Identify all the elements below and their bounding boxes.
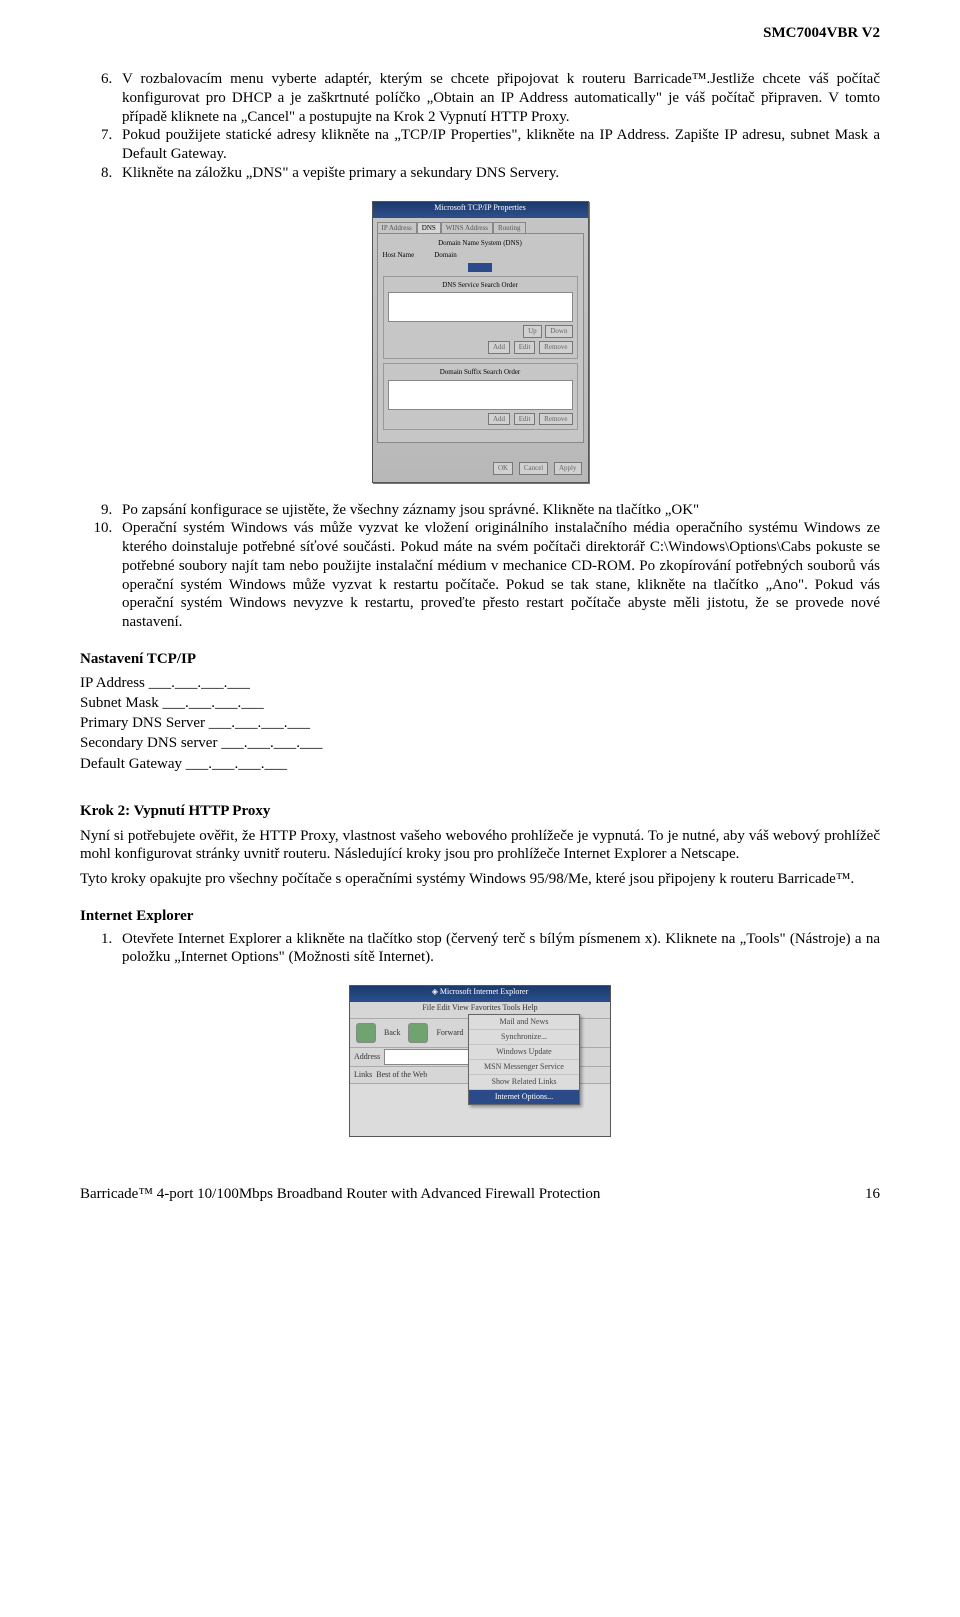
dialog-pane: Domain Name System (DNS) Host Name Domai… [377,233,584,443]
dialog-bottom-buttons: OK Cancel Apply [491,457,582,476]
suffix-list[interactable] [388,380,573,410]
step-8: Klikněte na záložku „DNS" a vepište prim… [116,164,880,183]
tab-wins[interactable]: WINS Address [441,222,493,234]
step2-paragraph-1: Nyní si potřebujete ověřit, že HTTP Prox… [80,827,880,865]
ie-step-1: Otevřete Internet Explorer a klikněte na… [116,930,880,968]
tcp-subnet-mask: Subnet Mask ___.___.___.___ [80,693,880,713]
group-title-suffix: Domain Suffix Search Order [388,368,573,377]
back-label: Back [384,1028,400,1038]
button-remove[interactable]: Remove [539,341,572,354]
forward-label: Forward [436,1028,463,1038]
figure-tcp-dialog: Microsoft TCP/IP Properties IP Address D… [80,201,880,483]
menu-mail-news[interactable]: Mail and News [469,1015,579,1030]
menu-show-related[interactable]: Show Related Links [469,1075,579,1090]
menu-synchronize[interactable]: Synchronize... [469,1030,579,1045]
tab-dns[interactable]: DNS [417,222,441,234]
dns-list[interactable] [388,292,573,322]
ie-logo-icon: ◈ [432,987,438,996]
tcp-settings-heading: Nastavení TCP/IP [80,650,880,669]
tab-routing[interactable]: Routing [493,222,526,234]
back-icon[interactable] [356,1023,376,1043]
dns-group-label: Domain Name System (DNS) [383,239,578,248]
best-of-web-link[interactable]: Best of the Web [376,1070,427,1080]
button-edit[interactable]: Edit [514,341,536,354]
dialog-titlebar: Microsoft TCP/IP Properties [373,202,588,218]
domain-suffix-group: Domain Suffix Search Order Add Edit Remo… [383,363,578,431]
tcp-default-gateway: Default Gateway ___.___.___.___ [80,754,880,774]
instruction-list-a: V rozbalovacím menu vyberte adaptér, kte… [80,70,880,183]
button-down[interactable]: Down [545,325,572,338]
hostname-label: Host Name [383,251,415,260]
ie-titlebar: ◈ Microsoft Internet Explorer [350,986,610,1002]
button-add[interactable]: Add [488,341,510,354]
ok-button[interactable]: OK [493,462,513,475]
hostname-value[interactable] [468,263,491,272]
domain-label: Domain [434,251,457,260]
menu-internet-options[interactable]: Internet Options... [469,1090,579,1104]
step2-heading: Krok 2: Vypnutí HTTP Proxy [80,802,880,821]
dialog-tabs: IP Address DNS WINS Address Routing [377,222,584,234]
dns-search-order-group: DNS Service Search Order Up Down Add Edi… [383,276,578,359]
page-footer: Barricade™ 4-port 10/100Mbps Broadband R… [80,1185,880,1204]
step-7: Pokud použijete statické adresy klikněte… [116,126,880,164]
address-label: Address [354,1052,380,1062]
instruction-list-b: Po zapsání konfigurace se ujistěte, že v… [80,501,880,632]
figure-browser: ◈ Microsoft Internet Explorer File Edit … [80,985,880,1137]
button-up[interactable]: Up [523,325,542,338]
page-number: 16 [865,1185,880,1204]
tcp-ip-address: IP Address ___.___.___.___ [80,673,880,693]
ie-window: ◈ Microsoft Internet Explorer File Edit … [349,985,611,1137]
step-10: Operační systém Windows vás může vyzvat … [116,519,880,632]
ie-heading: Internet Explorer [80,907,880,926]
forward-icon[interactable] [408,1023,428,1043]
menu-msn-messenger[interactable]: MSN Messenger Service [469,1060,579,1075]
step-9: Po zapsání konfigurace se ujistěte, že v… [116,501,880,520]
footer-text: Barricade™ 4-port 10/100Mbps Broadband R… [80,1185,600,1204]
step2-paragraph-2: Tyto kroky opakujte pro všechny počítače… [80,870,880,889]
button-remove-2[interactable]: Remove [539,413,572,426]
menu-windows-update[interactable]: Windows Update [469,1045,579,1060]
group-title: DNS Service Search Order [388,281,573,290]
ie-list: Otevřete Internet Explorer a klikněte na… [80,930,880,968]
ie-title-text: Microsoft Internet Explorer [440,987,528,996]
links-label: Links [354,1070,372,1080]
tools-menu-popup: Mail and News Synchronize... Windows Upd… [468,1014,580,1105]
button-edit-2[interactable]: Edit [514,413,536,426]
tcp-properties-dialog: Microsoft TCP/IP Properties IP Address D… [372,201,589,483]
tcp-primary-dns: Primary DNS Server ___.___.___.___ [80,713,880,733]
apply-button[interactable]: Apply [554,462,582,475]
step-6: V rozbalovacím menu vyberte adaptér, kte… [116,70,880,126]
button-add-2[interactable]: Add [488,413,510,426]
tcp-secondary-dns: Secondary DNS server ___.___.___.___ [80,733,880,753]
tcp-settings-block: IP Address ___.___.___.___ Subnet Mask _… [80,673,880,774]
header-doc-id: SMC7004VBR V2 [763,24,880,43]
cancel-button[interactable]: Cancel [519,462,548,475]
tab-ip-address[interactable]: IP Address [377,222,417,234]
